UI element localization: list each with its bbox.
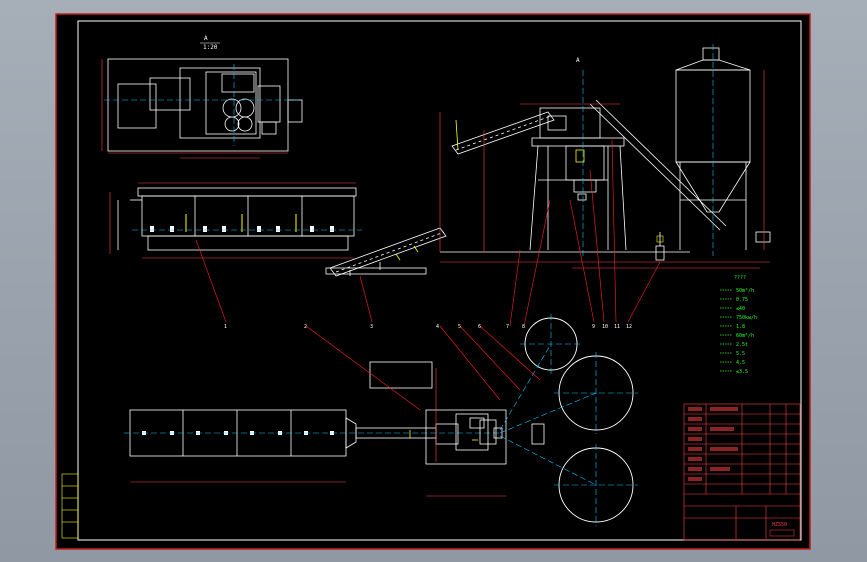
spec-value: ≤40 <box>736 306 745 312</box>
spec-value: ≤3.5 <box>736 369 748 375</box>
spec-value: 5.5 <box>736 351 745 357</box>
spec-value: 0.75 <box>736 297 748 303</box>
callout-number: 12 <box>626 324 632 330</box>
callout-number: 11 <box>614 324 620 330</box>
spec-value: 60m³/h <box>736 333 754 339</box>
spec-value: 50m³/h <box>736 288 754 294</box>
callout-number: 2 <box>304 324 307 330</box>
spec-value: 750kw/h <box>736 315 757 321</box>
cad-viewport[interactable]: A 1:20 A ???? 50m³/h 0.75 ≤40 750kw/h 1.… <box>0 0 867 562</box>
callout-number: 4 <box>436 324 439 330</box>
view-label-a: A <box>204 35 208 42</box>
callout-number: 5 <box>458 324 461 330</box>
callout-number: 7 <box>506 324 509 330</box>
callout-number: 8 <box>522 324 525 330</box>
view-scale: 1:20 <box>203 44 218 51</box>
callout-number: 9 <box>592 324 595 330</box>
callout-number: 6 <box>478 324 481 330</box>
spec-value: 2.5t <box>736 342 748 348</box>
title-block-text: HZS50 <box>772 522 787 528</box>
specs-heading: ???? <box>734 275 746 281</box>
callout-number: 1 <box>224 324 227 330</box>
callout-number: 3 <box>370 324 373 330</box>
side-view-label: A <box>576 57 580 64</box>
callout-number: 10 <box>602 324 608 330</box>
drawing-canvas[interactable]: A 1:20 A ???? 50m³/h0.75≤40750kw/h1.860m… <box>0 0 867 562</box>
spec-value: 1.8 <box>736 324 745 330</box>
spec-value: 4.5 <box>736 360 745 366</box>
